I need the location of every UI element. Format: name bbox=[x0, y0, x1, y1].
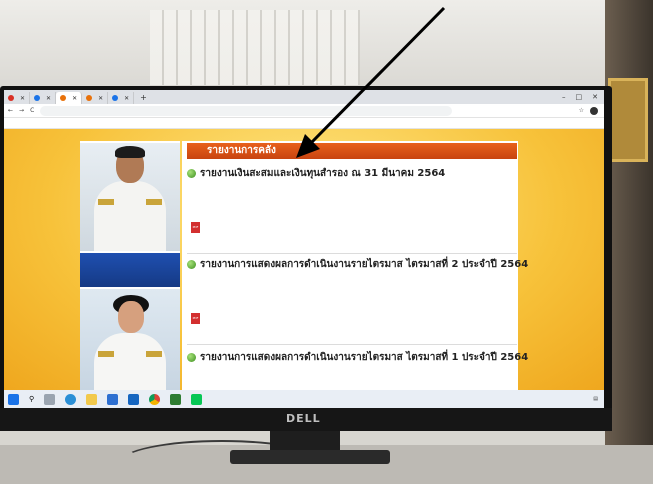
pdf-file-icon: PDF bbox=[191, 313, 200, 324]
reload-icon[interactable]: C bbox=[30, 107, 34, 114]
attachment-link[interactable]: PDF bbox=[191, 313, 204, 324]
uniform bbox=[94, 181, 166, 251]
monitor-stand-base bbox=[230, 450, 390, 464]
tab-favicon-icon bbox=[60, 95, 67, 101]
bookmarks-bar bbox=[4, 118, 604, 129]
tab-close-icon[interactable]: ✕ bbox=[46, 95, 51, 102]
file-explorer-icon[interactable] bbox=[86, 393, 98, 405]
app-icon[interactable] bbox=[170, 393, 182, 405]
background-window bbox=[150, 10, 360, 85]
official-namecard[interactable] bbox=[80, 253, 180, 287]
pdf-file-icon: PDF bbox=[191, 222, 200, 233]
tab-favicon-icon bbox=[34, 95, 41, 101]
web-page: รายงานการคลัง รายงานเงินสะสมและเงินทุนสำ… bbox=[4, 129, 604, 390]
browser-tab-active[interactable]: ✕ bbox=[56, 92, 83, 104]
edge-browser-icon[interactable] bbox=[65, 393, 77, 405]
tab-close-icon[interactable]: ✕ bbox=[98, 95, 103, 102]
report-title-text[interactable]: รายงานการแสดงผลการดำเนินงานรายไตรมาส ไตร… bbox=[200, 257, 528, 272]
site-navigation bbox=[74, 129, 524, 140]
line-app-icon[interactable] bbox=[191, 393, 203, 405]
report-item: รายงานการแสดงผลการดำเนินงานรายไตรมาส ไตร… bbox=[187, 257, 528, 339]
uniform bbox=[94, 333, 166, 390]
windows-start-icon[interactable] bbox=[8, 393, 19, 405]
browser-tab[interactable]: ✕ bbox=[30, 92, 57, 104]
shoulder-insignia bbox=[98, 351, 114, 357]
report-title[interactable]: รายงานเงินสะสมและเงินทุนสำรอง ณ 31 มีนาค… bbox=[187, 166, 445, 181]
attachment-link[interactable]: PDF bbox=[191, 222, 204, 233]
browser-tab[interactable]: ✕ bbox=[4, 92, 31, 104]
official-portrait bbox=[80, 143, 180, 251]
system-tray: ▤ bbox=[581, 396, 604, 402]
browser-tab[interactable]: ✕ bbox=[108, 92, 135, 104]
report-title-text[interactable]: รายงานการแสดงผลการดำเนินงานรายไตรมาส ไตร… bbox=[200, 350, 528, 365]
browser-tab[interactable]: ✕ bbox=[82, 92, 109, 104]
tab-favicon-icon bbox=[86, 95, 93, 101]
task-view-icon[interactable] bbox=[44, 393, 56, 405]
report-item: รายงานการแสดงผลการดำเนินงานรายไตรมาส ไตร… bbox=[187, 350, 528, 390]
tab-favicon-icon bbox=[112, 95, 119, 101]
shoulder-insignia bbox=[146, 351, 162, 357]
back-arrow-icon[interactable]: ← bbox=[8, 107, 13, 114]
tab-favicon-icon bbox=[8, 95, 14, 101]
section-header: รายงานการคลัง bbox=[187, 143, 517, 159]
report-title[interactable]: รายงานการแสดงผลการดำเนินงานรายไตรมาส ไตร… bbox=[187, 350, 528, 365]
shoulder-insignia bbox=[98, 199, 114, 205]
search-icon[interactable]: ⚲ bbox=[29, 395, 34, 403]
report-title-text[interactable]: รายงานเงินสะสมและเงินทุนสำรอง ณ 31 มีนาค… bbox=[200, 166, 445, 181]
background-shelf bbox=[605, 0, 653, 484]
close-window-icon[interactable]: ✕ bbox=[592, 93, 598, 101]
portrait-face bbox=[118, 301, 144, 333]
bullet-icon bbox=[187, 169, 196, 178]
monitor-screen: ✕ ✕ ✕ ✕ ✕ + – □ ✕ ← → C ☆ รายงานการคลัง … bbox=[4, 90, 604, 408]
tab-close-icon[interactable]: ✕ bbox=[20, 95, 25, 102]
report-divider bbox=[187, 344, 517, 345]
new-tab-button[interactable]: + bbox=[134, 93, 153, 102]
bullet-icon bbox=[187, 260, 196, 269]
report-item: รายงานเงินสะสมและเงินทุนสำรอง ณ 31 มีนาค… bbox=[187, 166, 517, 248]
monitor: ✕ ✕ ✕ ✕ ✕ + – □ ✕ ← → C ☆ รายงานการคลัง … bbox=[0, 86, 612, 431]
mail-icon[interactable] bbox=[128, 393, 140, 405]
official-portrait bbox=[80, 289, 180, 390]
monitor-brand-logo: DELL bbox=[286, 412, 321, 425]
browser-address-bar: ← → C ☆ bbox=[4, 104, 604, 118]
browser-tab-bar: ✕ ✕ ✕ ✕ ✕ + – □ ✕ bbox=[4, 90, 604, 104]
bullet-icon bbox=[187, 353, 196, 362]
maximize-icon[interactable]: □ bbox=[576, 93, 583, 101]
photo-scene: ✕ ✕ ✕ ✕ ✕ + – □ ✕ ← → C ☆ รายงานการคลัง … bbox=[0, 0, 653, 484]
chrome-icon[interactable] bbox=[149, 393, 161, 405]
tab-close-icon[interactable]: ✕ bbox=[124, 95, 129, 102]
profile-avatar-icon[interactable] bbox=[590, 106, 598, 115]
report-divider bbox=[187, 253, 517, 254]
forward-arrow-icon[interactable]: → bbox=[19, 107, 24, 114]
url-field[interactable] bbox=[40, 105, 453, 116]
shoulder-insignia bbox=[146, 199, 162, 205]
portrait-hair bbox=[115, 146, 145, 158]
tab-close-icon[interactable]: ✕ bbox=[72, 95, 77, 102]
minimize-icon[interactable]: – bbox=[562, 93, 566, 101]
notification-icon[interactable]: ▤ bbox=[593, 396, 598, 402]
windows-taskbar: ⚲ ▤ bbox=[4, 390, 604, 408]
store-icon[interactable] bbox=[107, 393, 119, 405]
report-title[interactable]: รายงานการแสดงผลการดำเนินงานรายไตรมาส ไตร… bbox=[187, 257, 528, 272]
monitor-bezel-bottom: DELL bbox=[0, 408, 612, 431]
background-picture-frame bbox=[608, 78, 648, 162]
star-bookmark-icon[interactable]: ☆ bbox=[579, 107, 584, 114]
window-controls: – □ ✕ bbox=[562, 93, 604, 101]
